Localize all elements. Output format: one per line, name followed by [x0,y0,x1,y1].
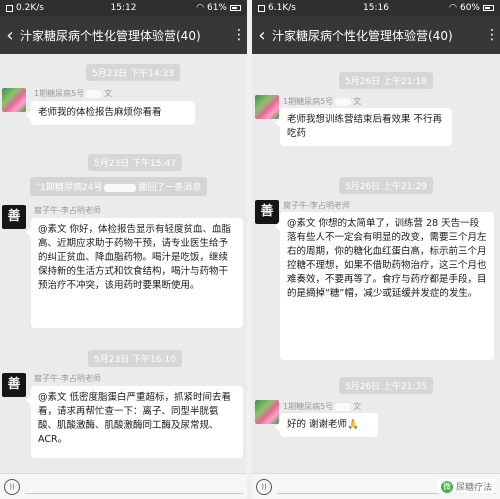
avatar[interactable] [255,400,279,424]
avatar[interactable] [2,88,26,112]
chat-bubble[interactable]: @素文 你想的太简单了，训练营 28 天告一段落有些人不一定会有明显的改变，需要… [275,212,494,360]
left-chat-screen: 0.2K/s 15:12 ◠ 61% ‹ 汁家糖尿病个性化管理体验营(40) ⋮… [0,0,247,499]
recall-notice: "1期糖尿病24号 撤回了一条消息 [30,177,208,196]
status-time: 15:16 [363,3,389,13]
wifi-icon: ◠ [449,3,457,13]
wifi-icon: ◠ [196,3,204,13]
timestamp: 5月26日 上午21:18 [339,72,433,89]
chat-bubble[interactable]: 好的 谢谢老师🙏 [275,413,378,437]
sender-name: 1期糖尿病5号文 [283,402,362,411]
voice-icon[interactable]: )) [256,478,272,495]
sender-name: 腐子牛-李占明老师 [283,201,350,210]
network-speed: 0.2K/s [16,3,44,13]
status-bar: 6.1K/s 15:16 ◠ 60% [252,0,500,16]
battery-icon [483,5,494,11]
watermark-text: 尿糖疗法 [455,483,492,493]
sender-name: 腐子牛-李占明老师 [34,374,101,383]
status-time: 15:12 [110,3,137,13]
battery-percent: 60% [459,3,480,13]
more-menu-icon[interactable]: ⋮ [231,27,247,43]
status-bar: 0.2K/s 15:12 ◠ 61% [0,0,247,16]
chat-bubble[interactable]: @素文 低密度脂蛋白严重超标，抓紧时间去看看，请求再帮忙查一下：离子、同型半胱氨… [26,386,243,458]
sender-name: 1期糖尿病5号文 [283,97,362,106]
chat-bubble[interactable]: 老师我的体检报告麻烦你看看 [26,101,195,125]
message-text: @素文 你好，体检报告显示有轻度贫血、血脂高、近期应求助于药物干预，请专业医生给… [38,224,232,291]
battery-percent: 61% [206,3,227,13]
message-text: 好的 谢谢老师🙏 [287,419,359,430]
voice-icon[interactable]: )) [4,478,20,495]
redacted-name [335,402,352,411]
sender-name: 腐子牛-李占明老师 [34,206,101,215]
avatar[interactable]: 善 [2,373,26,397]
wechat-logo-icon: 微 [440,480,453,493]
back-arrow-icon[interactable]: ‹ [0,25,20,46]
avatar[interactable] [255,95,279,119]
network-speed: 6.1K/s [268,3,296,13]
chat-title-bar: ‹ 汁家糖尿病个性化管理体验营(40) ⋮ [252,16,500,54]
notification-icon [6,4,13,12]
battery-icon [230,5,241,11]
avatar[interactable]: 善 [2,205,26,229]
group-title: 汁家糖尿病个性化管理体验营(40) [20,28,201,43]
timestamp: 5月26日 上午21:29 [339,177,433,194]
chat-bubble[interactable]: 老师我想训练营结束后看效果 不行再吃药 [275,108,452,146]
back-arrow-icon[interactable]: ‹ [252,25,272,46]
redacted-name [104,183,137,192]
input-bar: )) [0,473,247,499]
message-text: 老师我的体检报告麻烦你看看 [38,107,162,118]
redacted-name [335,97,352,106]
timestamp: 5月23日 下午15:47 [88,154,182,171]
chat-bubble[interactable]: @素文 你好，体检报告显示有轻度贫血、血脂高、近期应求助于药物干预，请专业医生给… [26,218,243,328]
message-text: @素文 你想的太简单了，训练营 28 天告一段落有些人不一定会有明显的改变，需要… [287,218,487,299]
right-chat-screen: 6.1K/s 15:16 ◠ 60% ‹ 汁家糖尿病个性化管理体验营(40) ⋮… [252,0,500,499]
chat-title-bar: ‹ 汁家糖尿病个性化管理体验营(40) ⋮ [0,16,247,54]
sender-name: 1期糖尿病5号文 [34,89,113,98]
timestamp: 5月23日 下午16:10 [88,350,182,367]
message-input[interactable] [25,479,243,494]
notification-icon [258,4,265,12]
group-title: 汁家糖尿病个性化管理体验营(40) [272,28,453,43]
watermark: 微 尿糖疗法 [436,479,496,494]
more-menu-icon[interactable]: ⋮ [484,27,500,43]
redacted-name [86,89,103,98]
message-text: @素文 低密度脂蛋白严重超标，抓紧时间去看看，请求再帮忙查一下：离子、同型半胱氨… [38,392,232,445]
timestamp: 5月23日 下午14:33 [86,64,180,81]
timestamp: 5月26日 上午21:35 [339,377,433,394]
message-text: 老师我想训练营结束后看效果 不行再吃药 [287,114,443,139]
